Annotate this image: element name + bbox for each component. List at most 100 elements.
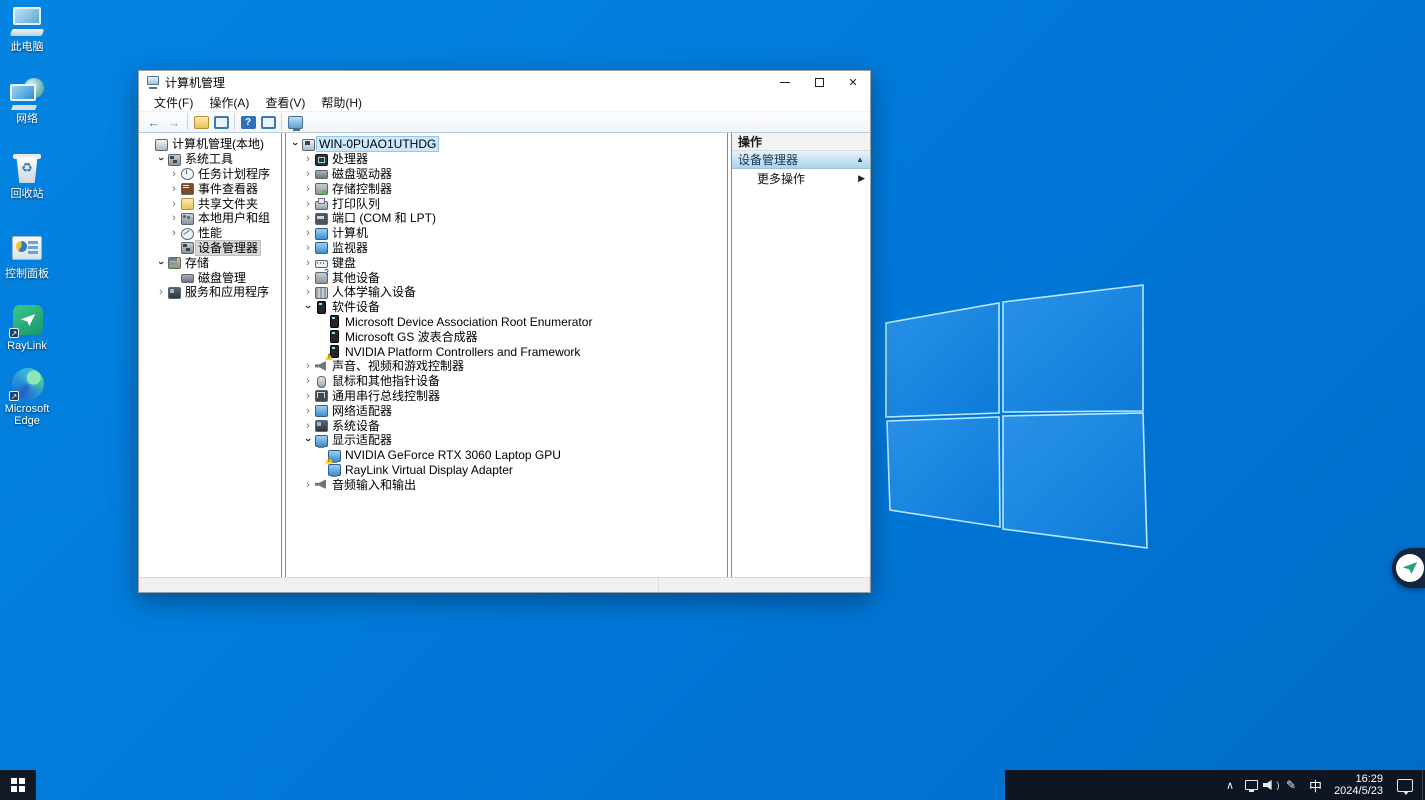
console-tree-item[interactable]: › 存储 <box>139 255 281 270</box>
expander-chevron-icon[interactable]: › <box>302 405 314 417</box>
console-tree-item[interactable]: › 事件查看器 <box>139 181 281 196</box>
expander-chevron-icon[interactable]: › <box>302 272 314 284</box>
status-bar <box>139 577 870 592</box>
device-tree-item[interactable]: › 网络适配器 <box>286 403 727 418</box>
desktop-icon-control-panel[interactable]: 控制面板 <box>1 233 53 280</box>
title-bar[interactable]: 计算机管理 ✕ <box>139 71 870 93</box>
expander-chevron-icon[interactable]: › <box>302 360 314 372</box>
device-tree-item[interactable]: › 处理器 <box>286 152 727 167</box>
expander-chevron-icon[interactable]: › <box>302 375 314 387</box>
desktop-icon-microsoft-edge[interactable]: ↗ Microsoft Edge <box>1 368 53 427</box>
back-icon[interactable]: ← <box>144 113 164 131</box>
console-tree-item[interactable]: › 服务和应用程序 <box>139 285 281 300</box>
desktop-icon-recycle-bin[interactable]: ♻ 回收站 <box>1 153 53 200</box>
desktop-icon-network[interactable]: 网络 <box>1 78 53 125</box>
expander-chevron-icon[interactable]: › <box>302 301 314 313</box>
console-tree-item[interactable]: › 共享文件夹 <box>139 196 281 211</box>
expander-chevron-icon[interactable]: › <box>155 257 167 269</box>
expander-chevron-icon[interactable]: › <box>155 286 167 298</box>
device-tree-item[interactable]: › 人体学输入设备 <box>286 285 727 300</box>
expander-chevron-icon[interactable]: › <box>289 138 301 150</box>
console-tree-item[interactable]: › 本地用户和组 <box>139 211 281 226</box>
actions-group-device-manager[interactable]: 设备管理器 ▲ <box>732 151 870 169</box>
expander-chevron-icon[interactable]: › <box>302 227 314 239</box>
ime-indicator[interactable]: 中 <box>1301 776 1330 795</box>
expander-chevron-icon[interactable]: › <box>302 198 314 210</box>
network-tray-icon[interactable] <box>1241 770 1261 800</box>
expander-chevron-icon[interactable]: › <box>302 286 314 298</box>
device-tree-item[interactable]: › WIN-0PUAO1UTHDG <box>286 137 727 152</box>
minimize-button[interactable] <box>768 71 802 93</box>
device-tree-item[interactable]: › 鼠标和其他指针设备 <box>286 374 727 389</box>
desktop-icon-raylink[interactable]: ↗ RayLink <box>1 305 53 352</box>
device-tree-item[interactable]: › 显示适配器 <box>286 433 727 448</box>
menu-item[interactable]: 文件(F) <box>146 92 201 113</box>
expander-chevron-icon[interactable]: › <box>168 183 180 195</box>
device-label: 声音、视频和游戏控制器 <box>330 359 466 373</box>
device-tree-item[interactable]: › 计算机 <box>286 226 727 241</box>
expander-chevron-icon[interactable]: › <box>168 212 180 224</box>
device-tree-item[interactable]: › Microsoft Device Association Root Enum… <box>286 315 727 330</box>
device-tree-item[interactable]: › 系统设备 <box>286 418 727 433</box>
menu-item[interactable]: 查看(V) <box>257 92 313 113</box>
properties-window-icon[interactable] <box>211 113 231 131</box>
expander-chevron-icon[interactable]: › <box>168 198 180 210</box>
expander-chevron-icon[interactable]: › <box>302 390 314 402</box>
expander-chevron-icon[interactable]: › <box>155 153 167 165</box>
device-tree-item[interactable]: › 存储控制器 <box>286 181 727 196</box>
console-tree-item[interactable]: › 系统工具 <box>139 152 281 167</box>
device-tree-item[interactable]: › ! NVIDIA GeForce RTX 3060 Laptop GPU <box>286 448 727 463</box>
expander-chevron-icon[interactable]: › <box>168 227 180 239</box>
console-tree-item[interactable]: › 性能 <box>139 226 281 241</box>
device-tree-item[interactable]: › ! NVIDIA Platform Controllers and Fram… <box>286 344 727 359</box>
device-tree-item[interactable]: › 软件设备 <box>286 300 727 315</box>
network-icon <box>10 78 44 110</box>
expander-chevron-icon[interactable]: › <box>168 168 180 180</box>
device-tree-item[interactable]: › 端口 (COM 和 LPT) <box>286 211 727 226</box>
expander-chevron-icon[interactable]: › <box>302 242 314 254</box>
device-tree-item[interactable]: › 键盘 <box>286 255 727 270</box>
device-tree-item[interactable]: › Microsoft GS 波表合成器 <box>286 329 727 344</box>
taskbar-clock[interactable]: 16:29 2024/5/23 <box>1330 773 1391 797</box>
device-tree-item[interactable]: › 打印队列 <box>286 196 727 211</box>
device-tree-item[interactable]: › 通用串行总线控制器 <box>286 389 727 404</box>
device-tree-item[interactable]: › RayLink Virtual Display Adapter <box>286 463 727 478</box>
expander-chevron-icon[interactable]: › <box>302 153 314 165</box>
pen-icon[interactable]: ✎ <box>1281 770 1301 800</box>
chevron-up-icon[interactable]: ∧ <box>1219 779 1241 792</box>
console-tree-item[interactable]: › 磁盘管理 <box>139 270 281 285</box>
expander-chevron-icon[interactable]: › <box>302 479 314 491</box>
forward-icon[interactable]: → <box>164 113 184 131</box>
device-tree-item[interactable]: › 磁盘驱动器 <box>286 167 727 182</box>
close-button[interactable]: ✕ <box>836 71 870 93</box>
console-tree-item[interactable]: › 任务计划程序 <box>139 167 281 182</box>
device-tree-item[interactable]: › 监视器 <box>286 241 727 256</box>
expander-chevron-icon[interactable]: › <box>302 212 314 224</box>
volume-icon[interactable]: ) <box>1261 770 1281 800</box>
maximize-button[interactable] <box>802 71 836 93</box>
expander-chevron-icon[interactable]: › <box>302 183 314 195</box>
device-tree-item[interactable]: › 音频输入和输出 <box>286 477 727 492</box>
collapse-icon[interactable]: ▲ <box>856 155 864 164</box>
start-button[interactable] <box>0 770 36 800</box>
desktop-icon-this-pc[interactable]: 此电脑 <box>1 6 53 53</box>
device-tree-item[interactable]: › 其他设备 <box>286 270 727 285</box>
menu-item[interactable]: 操作(A) <box>201 92 257 113</box>
raylink-floating-ball[interactable] <box>1392 548 1425 588</box>
action-center-icon[interactable] <box>1397 779 1413 792</box>
tree-item-icon <box>180 182 194 195</box>
device-tree-item[interactable]: › 声音、视频和游戏控制器 <box>286 359 727 374</box>
device-label: 软件设备 <box>330 300 382 314</box>
console-tree-item[interactable]: › 设备管理器 <box>139 241 281 256</box>
more-actions-item[interactable]: 更多操作 ▶ <box>732 169 870 188</box>
expander-chevron-icon[interactable]: › <box>302 434 314 446</box>
console-tree-item[interactable]: › 计算机管理(本地) <box>139 137 281 152</box>
new-window-icon[interactable] <box>258 113 278 131</box>
expander-chevron-icon[interactable]: › <box>302 420 314 432</box>
show-console-tree-icon[interactable] <box>191 113 211 131</box>
expander-chevron-icon[interactable]: › <box>302 257 314 269</box>
expander-chevron-icon[interactable]: › <box>302 168 314 180</box>
help-icon[interactable]: ? <box>238 113 258 131</box>
monitor-icon[interactable] <box>285 113 305 131</box>
menu-item[interactable]: 帮助(H) <box>313 92 370 113</box>
